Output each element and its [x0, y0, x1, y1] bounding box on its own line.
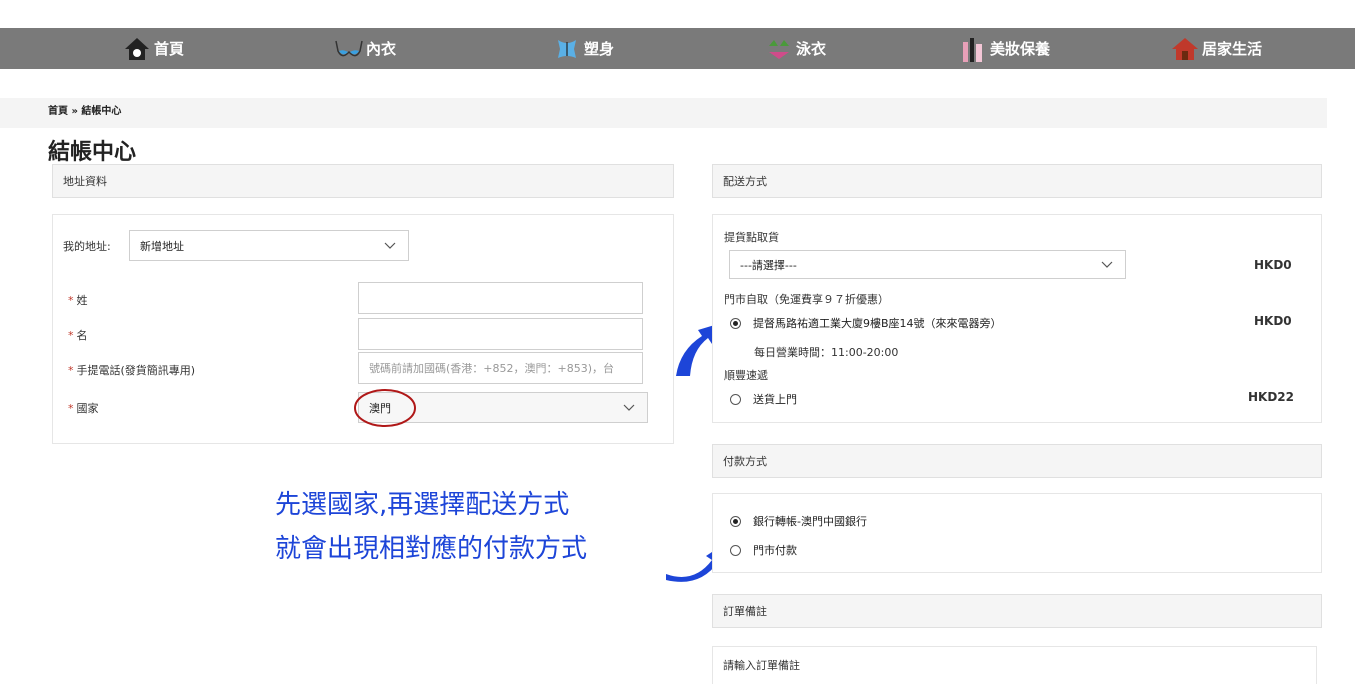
bra-icon: [334, 34, 364, 64]
sf-price: HKD22: [1248, 390, 1295, 404]
cosmetics-icon: [958, 34, 988, 64]
radio-selected-icon: [730, 515, 741, 527]
annotation-line-1: 先選國家,再選擇配送方式: [275, 490, 570, 520]
chevron-down-icon: [1101, 261, 1113, 268]
nav-label: 美妝保養: [990, 40, 1051, 58]
radio-selected-icon: [730, 317, 741, 329]
nav-label: 泳衣: [796, 40, 827, 58]
shipping-section-header: 配送方式: [712, 164, 1322, 198]
country-label: * 國家: [68, 402, 99, 415]
surname-input[interactable]: [358, 282, 643, 314]
payment-option-2: 門市付款: [753, 544, 797, 557]
highlight-circle: [354, 389, 416, 427]
nav-label: 居家生活: [1202, 40, 1263, 58]
sf-delivery-radio[interactable]: 送貨上門: [730, 391, 797, 407]
nav-item-beauty[interactable]: 美妝保養: [958, 28, 1050, 69]
sf-express-title: 順豐速遞: [724, 369, 768, 382]
pickup-price: HKD0: [1254, 258, 1292, 272]
radio-empty-icon: [730, 393, 741, 405]
nav-item-home[interactable]: 首頁: [122, 28, 184, 69]
pickup-title: 提貨點取貨: [724, 231, 779, 244]
my-address-label: 我的地址:: [63, 240, 111, 253]
store-pickup-title: 門市自取（免運費享９７折優惠）: [724, 293, 889, 306]
home-icon: [122, 34, 152, 64]
name-input[interactable]: [358, 318, 643, 350]
chevron-down-icon: [623, 404, 635, 411]
nav-label: 首頁: [154, 40, 185, 58]
nav-item-home-living[interactable]: 居家生活: [1170, 28, 1262, 69]
surname-label: * 姓: [68, 294, 88, 307]
annotation-line-2: 就會出現相對應的付款方式: [275, 534, 588, 564]
store-pickup-radio[interactable]: 提督馬路祐適工業大廈9樓B座14號（來來電器旁）: [730, 315, 1002, 331]
pickup-point-select[interactable]: ---請選擇---: [729, 250, 1126, 279]
payment-option-1: 銀行轉帳-澳門中國銀行: [753, 515, 867, 528]
phone-input[interactable]: [358, 352, 643, 384]
my-address-select[interactable]: 新增地址: [129, 230, 409, 261]
required-mark: *: [68, 294, 74, 307]
order-note-textarea[interactable]: 請輸入訂單備註: [712, 646, 1317, 684]
nav-label: 塑身: [584, 40, 615, 58]
nav-item-underwear[interactable]: 內衣: [334, 28, 396, 69]
required-mark: *: [68, 402, 74, 415]
chevron-down-icon: [384, 242, 396, 249]
bikini-icon: [764, 34, 794, 64]
nav-item-shaping[interactable]: 塑身: [552, 28, 614, 69]
name-label: * 名: [68, 329, 88, 342]
pickup-select-value: ---請選擇---: [740, 258, 797, 272]
house-icon: [1170, 34, 1200, 64]
nav-label: 內衣: [366, 40, 397, 58]
top-nav: 首頁 內衣 塑身 泳衣 美妝保養 居家生活: [0, 28, 1355, 69]
required-mark: *: [68, 364, 74, 377]
my-address-value: 新增地址: [140, 239, 184, 253]
breadcrumb[interactable]: 首頁 » 結帳中心: [48, 102, 121, 117]
page-title: 結帳中心: [48, 140, 137, 165]
required-mark: *: [68, 329, 74, 342]
address-section-header: 地址資料: [52, 164, 674, 198]
corset-icon: [552, 34, 582, 64]
payment-section-header: 付款方式: [712, 444, 1322, 478]
breadcrumb-bar: [0, 98, 1327, 128]
store-price: HKD0: [1254, 314, 1292, 328]
order-note-placeholder: 請輸入訂單備註: [723, 659, 800, 672]
payment-store-radio[interactable]: 門市付款: [730, 542, 797, 558]
payment-box: [712, 493, 1322, 573]
radio-empty-icon: [730, 544, 741, 556]
store-option-label: 提督馬路祐適工業大廈9樓B座14號（來來電器旁）: [753, 317, 1002, 330]
sf-option-label: 送貨上門: [753, 393, 797, 406]
order-note-section-header: 訂單備註: [712, 594, 1322, 628]
payment-bank-transfer-radio[interactable]: 銀行轉帳-澳門中國銀行: [730, 513, 867, 529]
store-hours: 每日營業時間：11:00-20:00: [754, 346, 899, 359]
nav-item-swimwear[interactable]: 泳衣: [764, 28, 826, 69]
phone-label: * 手提電話(發貨簡訊專用): [68, 364, 196, 377]
